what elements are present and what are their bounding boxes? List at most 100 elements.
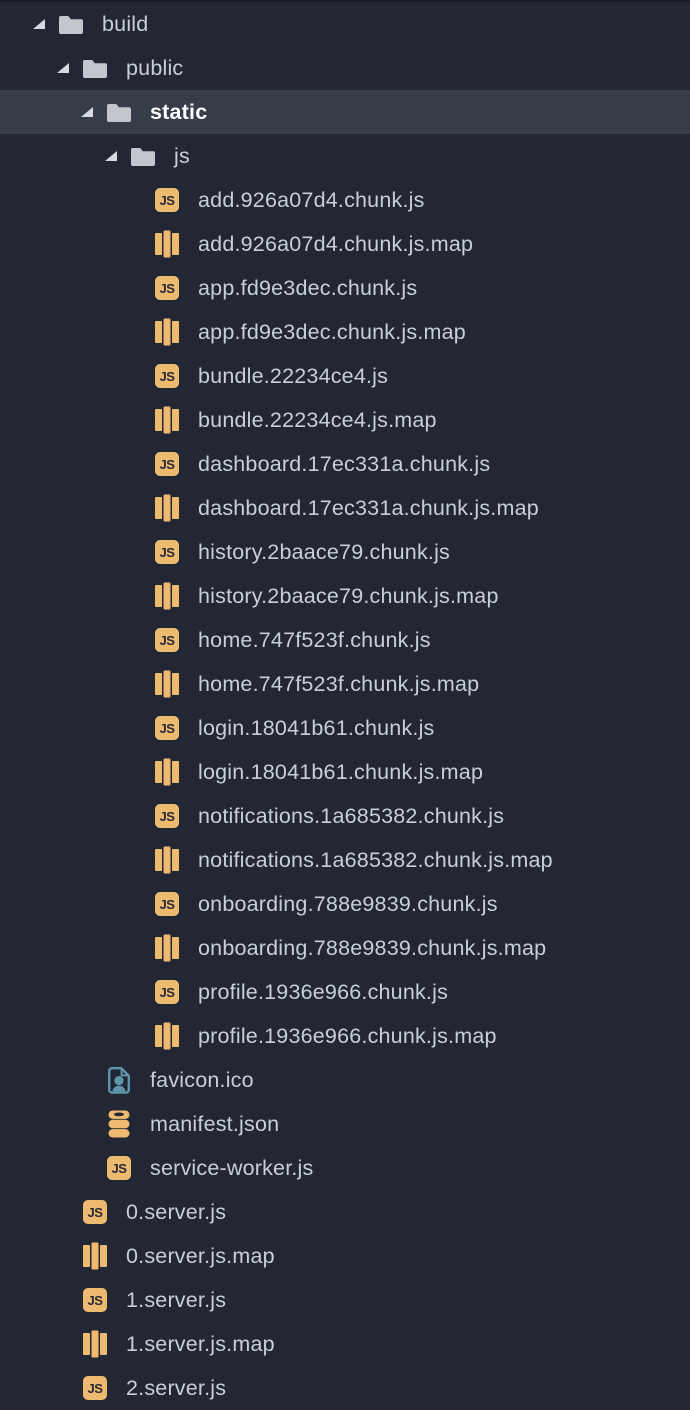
item-name-label: notifications.1a685382.chunk.js: [198, 804, 505, 828]
map-file-icon: [82, 1330, 108, 1358]
js-file-icon: JS: [154, 274, 180, 302]
item-name-label: static: [150, 100, 208, 124]
item-name-label: profile.1936e966.chunk.js.map: [198, 1024, 497, 1048]
tree-item-app-fd9e3dec-chunk-js[interactable]: JS app.fd9e3dec.chunk.js: [0, 266, 690, 310]
js-file-icon: JS: [154, 802, 180, 830]
js-file-icon: JS: [154, 186, 180, 214]
js-file-icon: JS: [154, 978, 180, 1006]
js-badge-label: JS: [107, 1156, 131, 1180]
js-file-icon: JS: [154, 450, 180, 478]
tree-item-manifest-json[interactable]: manifest.json: [0, 1102, 690, 1146]
map-file-icon: [154, 318, 180, 346]
folder-icon: [82, 54, 108, 82]
item-name-label: onboarding.788e9839.chunk.js.map: [198, 936, 547, 960]
tree-item-profile-1936e966-chunk-js-map[interactable]: profile.1936e966.chunk.js.map: [0, 1014, 690, 1058]
js-file-icon: JS: [106, 1154, 132, 1182]
js-badge-label: JS: [155, 980, 179, 1004]
item-name-label: build: [102, 12, 149, 36]
tree-item-history-2baace79-chunk-js[interactable]: JS history.2baace79.chunk.js: [0, 530, 690, 574]
folder-icon: [130, 142, 156, 170]
tree-item-0-server-js-map[interactable]: 0.server.js.map: [0, 1234, 690, 1278]
js-badge-label: JS: [155, 452, 179, 476]
folder-icon: [58, 10, 84, 38]
tree-item-add-926a07d4-chunk-js[interactable]: JS add.926a07d4.chunk.js: [0, 178, 690, 222]
map-file-icon: [82, 1242, 108, 1270]
item-name-label: onboarding.788e9839.chunk.js: [198, 892, 498, 916]
js-file-icon: JS: [154, 890, 180, 918]
map-file-icon: [154, 846, 180, 874]
tree-item-build[interactable]: build: [0, 2, 690, 46]
map-file-icon: [154, 934, 180, 962]
tree-item-onboarding-788e9839-chunk-js[interactable]: JS onboarding.788e9839.chunk.js: [0, 882, 690, 926]
tree-item-history-2baace79-chunk-js-map[interactable]: history.2baace79.chunk.js.map: [0, 574, 690, 618]
item-name-label: 0.server.js: [126, 1200, 227, 1224]
file-tree: build public static js JS add.926a07d4.c…: [0, 2, 690, 1410]
item-name-label: bundle.22234ce4.js: [198, 364, 389, 388]
item-name-label: 1.server.js.map: [126, 1332, 275, 1356]
database-file-icon: [106, 1110, 132, 1138]
tree-item-home-747f523f-chunk-js[interactable]: JS home.747f523f.chunk.js: [0, 618, 690, 662]
expand-collapse-arrow-icon[interactable]: [81, 107, 93, 117]
item-name-label: favicon.ico: [150, 1068, 254, 1092]
tree-item-bundle-22234ce4-js-map[interactable]: bundle.22234ce4.js.map: [0, 398, 690, 442]
tree-item-js[interactable]: js: [0, 134, 690, 178]
js-badge-label: JS: [155, 276, 179, 300]
item-name-label: 1.server.js: [126, 1288, 227, 1312]
js-badge-label: JS: [155, 892, 179, 916]
item-name-label: home.747f523f.chunk.js.map: [198, 672, 480, 696]
tree-item-1-server-js-map[interactable]: 1.server.js.map: [0, 1322, 690, 1366]
tree-item-2-server-js[interactable]: JS 2.server.js: [0, 1366, 690, 1410]
expand-collapse-arrow-icon[interactable]: [57, 63, 69, 73]
item-name-label: 0.server.js.map: [126, 1244, 275, 1268]
item-name-label: bundle.22234ce4.js.map: [198, 408, 437, 432]
folder-icon: [106, 98, 132, 126]
tree-item-service-worker-js[interactable]: JS service-worker.js: [0, 1146, 690, 1190]
tree-item-add-926a07d4-chunk-js-map[interactable]: add.926a07d4.chunk.js.map: [0, 222, 690, 266]
map-file-icon: [154, 230, 180, 258]
js-badge-label: JS: [155, 628, 179, 652]
tree-item-home-747f523f-chunk-js-map[interactable]: home.747f523f.chunk.js.map: [0, 662, 690, 706]
js-badge-label: JS: [83, 1200, 107, 1224]
item-name-label: login.18041b61.chunk.js.map: [198, 760, 484, 784]
map-file-icon: [154, 1022, 180, 1050]
tree-item-static[interactable]: static: [0, 90, 690, 134]
tree-item-onboarding-788e9839-chunk-js-map[interactable]: onboarding.788e9839.chunk.js.map: [0, 926, 690, 970]
expand-collapse-arrow-icon[interactable]: [33, 19, 45, 29]
tree-item-1-server-js[interactable]: JS 1.server.js: [0, 1278, 690, 1322]
item-name-label: 2.server.js: [126, 1376, 227, 1400]
item-name-label: manifest.json: [150, 1112, 280, 1136]
item-name-label: public: [126, 56, 184, 80]
map-file-icon: [154, 670, 180, 698]
tree-item-profile-1936e966-chunk-js[interactable]: JS profile.1936e966.chunk.js: [0, 970, 690, 1014]
tree-item-login-18041b61-chunk-js-map[interactable]: login.18041b61.chunk.js.map: [0, 750, 690, 794]
item-name-label: login.18041b61.chunk.js: [198, 716, 435, 740]
map-file-icon: [154, 494, 180, 522]
item-name-label: add.926a07d4.chunk.js.map: [198, 232, 474, 256]
tree-item-public[interactable]: public: [0, 46, 690, 90]
map-file-icon: [154, 582, 180, 610]
tree-item-notifications-1a685382-chunk-js-map[interactable]: notifications.1a685382.chunk.js.map: [0, 838, 690, 882]
item-name-label: app.fd9e3dec.chunk.js.map: [198, 320, 466, 344]
js-badge-label: JS: [155, 716, 179, 740]
tree-item-favicon-ico[interactable]: favicon.ico: [0, 1058, 690, 1102]
js-file-icon: JS: [82, 1374, 108, 1402]
tree-item-dashboard-17ec331a-chunk-js-map[interactable]: dashboard.17ec331a.chunk.js.map: [0, 486, 690, 530]
tree-item-dashboard-17ec331a-chunk-js[interactable]: JS dashboard.17ec331a.chunk.js: [0, 442, 690, 486]
js-file-icon: JS: [154, 538, 180, 566]
tree-item-login-18041b61-chunk-js[interactable]: JS login.18041b61.chunk.js: [0, 706, 690, 750]
item-name-label: history.2baace79.chunk.js.map: [198, 584, 499, 608]
js-badge-label: JS: [155, 804, 179, 828]
js-badge-label: JS: [155, 364, 179, 388]
tree-item-bundle-22234ce4-js[interactable]: JS bundle.22234ce4.js: [0, 354, 690, 398]
item-name-label: home.747f523f.chunk.js: [198, 628, 431, 652]
js-file-icon: JS: [154, 362, 180, 390]
js-file-icon: JS: [82, 1198, 108, 1226]
expand-collapse-arrow-icon[interactable]: [105, 151, 117, 161]
tree-item-0-server-js[interactable]: JS 0.server.js: [0, 1190, 690, 1234]
js-badge-label: JS: [83, 1288, 107, 1312]
item-name-label: profile.1936e966.chunk.js: [198, 980, 449, 1004]
tree-item-app-fd9e3dec-chunk-js-map[interactable]: app.fd9e3dec.chunk.js.map: [0, 310, 690, 354]
item-name-label: history.2baace79.chunk.js: [198, 540, 450, 564]
image-file-icon: [106, 1066, 132, 1094]
tree-item-notifications-1a685382-chunk-js[interactable]: JS notifications.1a685382.chunk.js: [0, 794, 690, 838]
